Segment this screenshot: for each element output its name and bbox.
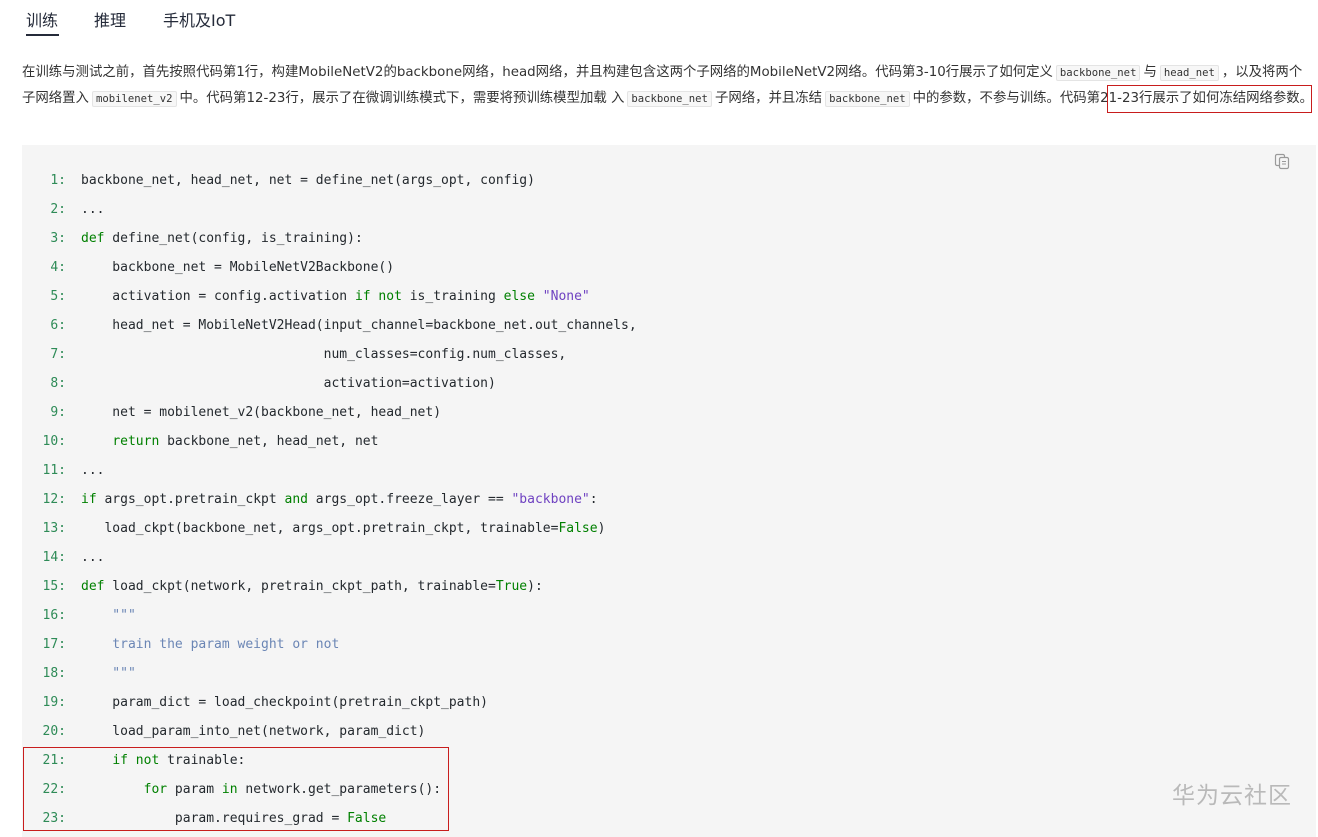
watermark: 华为云社区 — [1172, 783, 1292, 809]
paragraph-text: 在训练与测试之前，首先按照代码第1行，构建MobileNetV2的backbon… — [22, 65, 1053, 80]
inline-code: mobilenet_v2 — [91, 91, 177, 107]
line-number: 11: — [42, 463, 66, 478]
clipped-text-line — [22, 40, 1312, 48]
line-code: return backbone_net, head_net, net — [112, 434, 379, 449]
line-code: ... — [81, 202, 105, 217]
line-number: 20: — [42, 724, 66, 739]
code-line: 18: """ — [22, 659, 1316, 688]
line-code: backbone_net, head_net, net = define_net… — [81, 173, 535, 188]
code-line: 2:... — [22, 195, 1316, 224]
line-code: load_ckpt(backbone_net, args_opt.pretrai… — [81, 521, 606, 536]
paragraph-text: 子网络，并且冻结 — [714, 91, 823, 106]
line-code: param_dict = load_checkpoint(pretrain_ck… — [81, 695, 488, 710]
line-number: 23: — [42, 811, 66, 826]
line-number: 3: — [50, 231, 66, 246]
code-line: 12: if args_opt.pretrain_ckpt and args_op… — [22, 485, 1316, 514]
line-number: 12: — [42, 492, 66, 507]
line-number: 6: — [50, 318, 66, 333]
line-code: ... — [81, 550, 105, 565]
code-line: 8: activation=activation) — [22, 369, 1316, 398]
line-code: """ — [81, 608, 136, 623]
line-number: 5: — [50, 289, 66, 304]
code-line: 10: return backbone_net, head_net, net — [22, 427, 1316, 456]
line-number: 21: — [42, 753, 66, 768]
code-line: 14:... — [22, 543, 1316, 572]
code-line: 7: num_classes=config.num_classes, — [22, 340, 1316, 369]
code-line: 17: train the param weight or not — [22, 630, 1316, 659]
inline-code: backbone_net — [627, 91, 712, 107]
code-block: 1: backbone_net, head_net, net = define_n… — [22, 145, 1316, 837]
tab-training[interactable]: 训练 — [26, 10, 58, 32]
description-paragraph: 在训练与测试之前，首先按照代码第1行，构建MobileNetV2的backbon… — [22, 60, 1314, 112]
line-number: 16: — [42, 608, 66, 623]
line-code: load_param_into_net(network, param_dict) — [81, 724, 426, 739]
line-code: param.requires_grad = False — [81, 811, 387, 826]
code-line: 21: if not trainable: — [22, 746, 1316, 775]
line-code: net = mobilenet_v2(backbone_net, head_ne… — [81, 405, 442, 420]
code-line: 19: param_dict = load_checkpoint(pretrai… — [22, 688, 1316, 717]
code-line: 23: param.requires_grad = False — [22, 804, 1316, 833]
line-code: """ — [81, 666, 136, 681]
line-number: 17: — [42, 637, 66, 652]
code-line: 15: def load_ckpt(network, pretrain_ckpt_… — [22, 572, 1316, 601]
code-line: 6: head_net = MobileNetV2Head(input_chan… — [22, 311, 1316, 340]
inline-code: backbone_net — [825, 91, 910, 107]
code-line: 11:... — [22, 456, 1316, 485]
code-line: 22: for param in network.get_parameters(… — [22, 775, 1316, 804]
line-code: def load_ckpt(network, pretrain_ckpt_pat… — [81, 579, 543, 594]
line-number: 9: — [50, 405, 66, 420]
line-code: activation=activation) — [81, 376, 496, 391]
line-code: train the param weight or not — [81, 637, 340, 652]
tab-mobile-iot[interactable]: 手机及IoT — [163, 10, 235, 32]
line-code: if not trainable: — [112, 753, 246, 768]
line-number: 13: — [42, 521, 66, 536]
paragraph-text: 与 — [1143, 65, 1157, 80]
line-number: 7: — [50, 347, 66, 362]
line-code: def define_net(config, is_training): — [81, 231, 363, 246]
line-code: activation = config.activation if not is… — [81, 289, 590, 304]
code-line: 9: net = mobilenet_v2(backbone_net, head… — [22, 398, 1316, 427]
line-code: ... — [81, 463, 105, 478]
inline-code: backbone_net — [1055, 65, 1141, 81]
paragraph-text: 中的参数，不参与训练。代码第21-23行展示了如何冻结网络参数。 — [912, 91, 1314, 106]
line-code: backbone_net = MobileNetV2Backbone() — [81, 260, 395, 275]
line-number: 2: — [50, 202, 66, 217]
code-line: 5: activation = config.activation if not… — [22, 282, 1316, 311]
code-line: 3: def define_net(config, is_training): — [22, 224, 1316, 253]
line-number: 10: — [42, 434, 66, 449]
tab-inference[interactable]: 推理 — [94, 10, 126, 32]
line-code: head_net = MobileNetV2Head(input_channel… — [81, 318, 637, 333]
line-code: num_classes=config.num_classes, — [81, 347, 567, 362]
code-line: 20: load_param_into_net(network, param_d… — [22, 717, 1316, 746]
line-number: 8: — [50, 376, 66, 391]
code-line: 16: """ — [22, 601, 1316, 630]
code-line: 4: backbone_net = MobileNetV2Backbone() — [22, 253, 1316, 282]
line-number: 4: — [50, 260, 66, 275]
line-number: 1: — [50, 173, 66, 188]
line-number: 19: — [42, 695, 66, 710]
line-number: 15: — [42, 579, 66, 594]
line-code: if args_opt.pretrain_ckpt and args_opt.f… — [81, 492, 598, 507]
code-line: 13: load_ckpt(backbone_net, args_opt.pre… — [22, 514, 1316, 543]
inline-code: head_net — [1159, 65, 1219, 81]
code-line: 1: backbone_net, head_net, net = define_n… — [22, 166, 1316, 195]
paragraph-text: 中。代码第12-23行，展示了在微调训练模式下，需要将预训练模型加载 入 — [179, 91, 625, 106]
line-number: 14: — [42, 550, 66, 565]
line-number: 18: — [42, 666, 66, 681]
tab-bar: 训练 推理 手机及IoT — [0, 0, 1318, 42]
line-code: for param in network.get_parameters(): — [143, 782, 442, 797]
active-tab-indicator — [26, 34, 59, 36]
line-number: 22: — [42, 782, 66, 797]
